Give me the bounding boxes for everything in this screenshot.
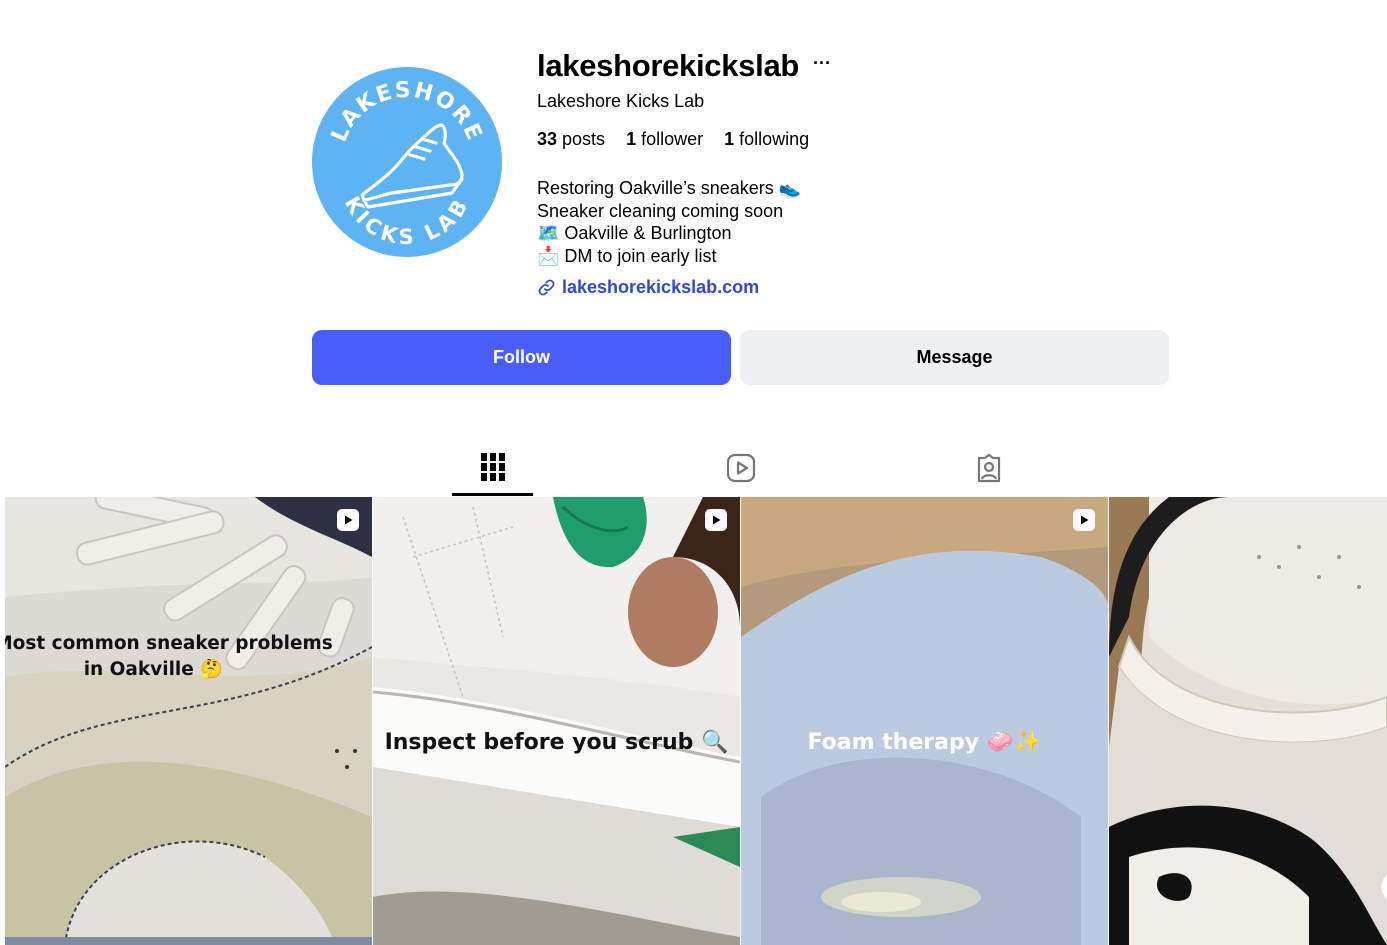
bio-line: 📩 DM to join early list <box>537 246 717 267</box>
post-tile[interactable] <box>1109 497 1387 945</box>
post-caption: Foam therapy 🧼✨ <box>807 730 1042 755</box>
followers-stat[interactable]: 1 follower <box>626 129 703 150</box>
post-thumbnail <box>1109 497 1387 945</box>
bio-line: Restoring Oakville’s sneakers 👟 <box>537 178 802 198</box>
following-count: 1 <box>724 129 735 149</box>
username-row: lakeshorekickslab ··· <box>537 44 831 88</box>
reel-badge-icon <box>337 509 359 531</box>
followers-count: 1 <box>626 129 637 149</box>
tab-posts[interactable] <box>452 440 533 496</box>
post-caption: Most common sneaker problems <box>5 633 333 654</box>
post-tile[interactable]: Foam therapy 🧼✨ <box>741 497 1108 945</box>
tagged-icon <box>977 453 1000 483</box>
post-caption: in Oakville 🤔 <box>83 659 224 680</box>
posts-stat: 33 posts <box>537 129 605 150</box>
posts-label: posts <box>562 129 606 149</box>
avatar-logo: LAKESHORE KICKS LAB <box>313 68 501 256</box>
post-tile[interactable]: Most common sneaker problems in Oakville… <box>5 497 372 945</box>
profile-full-name: Lakeshore Kicks Lab <box>537 91 705 111</box>
post-thumbnail <box>373 497 740 945</box>
link-icon <box>538 279 555 296</box>
message-button[interactable]: Message <box>740 330 1169 385</box>
bio-line: Sneaker cleaning coming soon <box>537 200 784 221</box>
tab-tagged[interactable] <box>948 440 1029 496</box>
post-thumbnail <box>5 497 372 945</box>
grid-icon <box>480 452 505 481</box>
post-tile[interactable]: Inspect before you scrub 🔍 <box>373 497 740 945</box>
reel-badge-icon <box>705 509 727 531</box>
profile-website-link[interactable]: lakeshorekickslab.com <box>537 277 759 298</box>
follow-button[interactable]: Follow <box>312 330 731 385</box>
profile-stats: 33 posts 1 follower 1 following <box>537 129 830 150</box>
posts-grid: Most common sneaker problems in Oakville… <box>5 497 1387 945</box>
post-caption: Inspect before you scrub 🔍 <box>384 730 729 755</box>
bio-line: 🗺️ Oakville & Burlington <box>537 223 732 244</box>
reels-icon <box>726 453 755 483</box>
username: lakeshorekickslab <box>537 48 800 83</box>
reel-badge-icon <box>1073 509 1095 531</box>
tab-reels[interactable] <box>700 440 781 496</box>
profile-avatar[interactable]: LAKESHORE KICKS LAB <box>312 67 502 257</box>
following-label: following <box>739 129 810 149</box>
website-link-text: lakeshorekickslab.com <box>562 277 760 297</box>
following-stat[interactable]: 1 following <box>724 129 809 150</box>
posts-count: 33 <box>537 129 558 149</box>
profile-page: LAKESHORE KICKS LAB lakeshorekickslab ··… <box>0 0 1387 945</box>
more-options-button[interactable]: ··· <box>813 54 831 78</box>
profile-bio: Restoring Oakville’s sneakers 👟 Sneaker … <box>537 177 801 268</box>
post-thumbnail <box>741 497 1108 945</box>
followers-label: follower <box>641 129 704 149</box>
